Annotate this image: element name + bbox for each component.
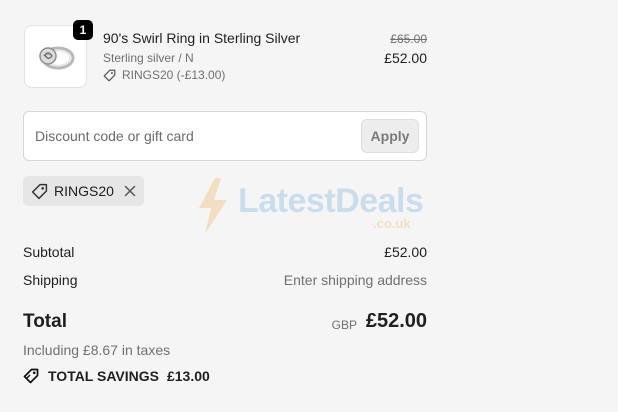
applied-code-label: RINGS20: [54, 183, 114, 199]
applied-discount-tag: RINGS20: [23, 176, 144, 206]
discount-field: Apply: [23, 111, 427, 161]
line-item: 1 90's Swirl Ring in Sterling Silver Ste…: [23, 20, 427, 89]
savings-label: TOTAL SAVINGS: [48, 368, 159, 384]
product-title: 90's Swirl Ring in Sterling Silver: [103, 30, 301, 46]
close-icon[interactable]: [124, 185, 136, 197]
line-price: £52.00: [384, 50, 427, 66]
line-discount: RINGS20 (-£13.00): [103, 68, 225, 82]
shipping-label: Shipping: [23, 272, 78, 288]
original-price: £65.00: [390, 32, 427, 46]
watermark-logo: LatestDeals .co.uk: [195, 176, 425, 236]
lightning-icon: [199, 178, 227, 234]
subtotal-value: £52.00: [384, 244, 427, 260]
product-variant: Sterling silver / N: [103, 51, 194, 65]
shipping-value: Enter shipping address: [283, 272, 427, 288]
total-label: Total: [23, 311, 67, 332]
line-discount-text: RINGS20 (-£13.00): [122, 68, 226, 82]
total-currency: GBP: [331, 318, 357, 332]
taxes-note: Including £8.67 in taxes: [23, 342, 171, 358]
ring-image: [39, 46, 75, 70]
total-value: £52.00: [365, 310, 427, 332]
apply-button[interactable]: Apply: [361, 119, 419, 153]
savings-value: £13.00: [166, 368, 210, 384]
discount-input[interactable]: [35, 112, 355, 160]
quantity-badge: 1: [73, 20, 93, 40]
watermark-domain: .co.uk: [373, 216, 411, 231]
total-savings: TOTAL SAVINGS £13.00: [23, 367, 210, 385]
tag-icon: [103, 69, 116, 81]
subtotal-label: Subtotal: [23, 244, 75, 260]
savings-tag-icon: [23, 368, 39, 384]
tag-icon: [31, 183, 48, 199]
